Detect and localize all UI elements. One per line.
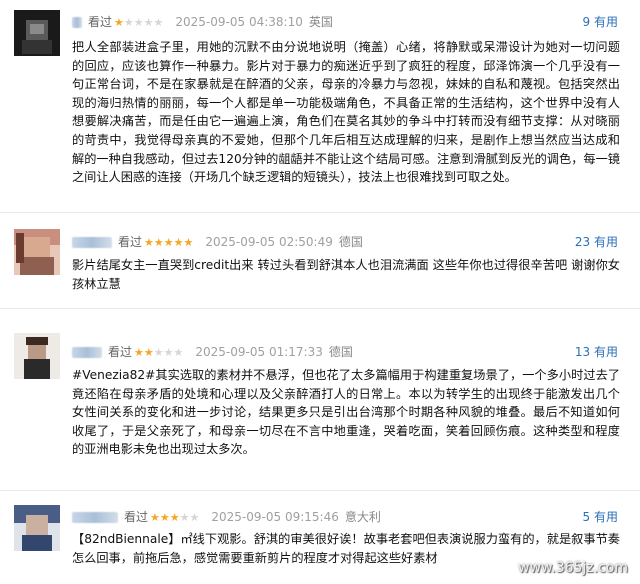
- star-empty-icon: ★: [153, 346, 164, 359]
- star-empty-icon: ★: [189, 511, 200, 524]
- useful-label: 有用: [593, 345, 618, 359]
- review-location: 意大利: [344, 510, 381, 524]
- star-empty-icon: ★: [179, 511, 190, 524]
- star-filled-icon: ★: [159, 511, 170, 524]
- review-item: 看过 ★★★★★ 2025-09-05 04:38:10 英国 9 有用 把人全部装进…: [0, 0, 640, 222]
- avatar[interactable]: [14, 10, 60, 56]
- star-filled-icon: ★: [134, 346, 144, 359]
- review-text: 影片结尾女主一直哭到credit出来 转过头看到舒淇本人也泪流满面 这些年你也过…: [72, 258, 620, 291]
- watch-status: 看过: [118, 235, 143, 249]
- review-text: 把人全部装进盒子里，用她的沉默不由分说地说明（掩盖）心绪，将静默或呆滞设计为她对…: [72, 40, 620, 185]
- review-time: 2025-09-05 04:38:10: [175, 15, 303, 29]
- star-filled-icon: ★: [144, 236, 154, 249]
- useful-vote-button[interactable]: 23 有用: [575, 233, 618, 251]
- star-empty-icon: ★: [133, 16, 144, 29]
- star-filled-icon: ★: [114, 16, 124, 29]
- star-empty-icon: ★: [153, 16, 164, 29]
- star-filled-icon: ★: [150, 511, 160, 524]
- review-meta: 看过 ★★★★★ 2025-09-05 09:15:46 意大利: [72, 508, 381, 526]
- avatar[interactable]: [14, 505, 60, 551]
- rating-stars: ★★★★★: [114, 16, 163, 29]
- star-empty-icon: ★: [173, 346, 184, 359]
- star-empty-icon: ★: [143, 16, 154, 29]
- rating-stars: ★★★★★: [134, 346, 183, 359]
- username-blurred[interactable]: [72, 512, 118, 523]
- watch-status: 看过: [108, 345, 133, 359]
- username-blurred[interactable]: [72, 347, 102, 358]
- star-empty-icon: ★: [123, 16, 134, 29]
- username-blurred[interactable]: [72, 237, 112, 248]
- useful-vote-button[interactable]: 9 有用: [583, 13, 618, 31]
- star-filled-icon: ★: [163, 236, 174, 249]
- review-item: 看过 ★★★★★ 2025-09-05 01:17:33 德国 13 有用 #Vene…: [0, 309, 640, 489]
- useful-count: 5: [582, 510, 591, 524]
- useful-label: 有用: [593, 235, 618, 249]
- review-text: #Venezia82#其实选取的素材并不悬浮，但也花了太多篇幅用于构建重复场景了…: [72, 368, 620, 457]
- star-empty-icon: ★: [163, 346, 174, 359]
- review-location: 英国: [308, 15, 333, 29]
- watch-status: 看过: [124, 510, 149, 524]
- watch-status: 看过: [88, 15, 113, 29]
- avatar[interactable]: [14, 229, 60, 275]
- review-time: 2025-09-05 01:17:33: [195, 345, 323, 359]
- review-meta: 看过 ★★★★★ 2025-09-05 04:38:10 英国: [72, 13, 333, 31]
- star-filled-icon: ★: [183, 236, 194, 249]
- review-time: 2025-09-05 02:50:49: [205, 235, 333, 249]
- useful-vote-button[interactable]: 5 有用: [583, 508, 618, 526]
- useful-label: 有用: [593, 510, 618, 524]
- useful-count: 9: [582, 15, 591, 29]
- star-filled-icon: ★: [143, 346, 154, 359]
- review-location: 德国: [338, 235, 363, 249]
- star-filled-icon: ★: [173, 236, 184, 249]
- star-filled-icon: ★: [153, 236, 164, 249]
- review-meta: 看过 ★★★★★ 2025-09-05 01:17:33 德国: [72, 343, 353, 361]
- review-location: 德国: [328, 345, 353, 359]
- useful-count: 23: [574, 235, 591, 249]
- username-blurred[interactable]: [72, 17, 82, 28]
- review-time: 2025-09-05 09:15:46: [211, 510, 339, 524]
- useful-vote-button[interactable]: 13 有用: [575, 343, 618, 361]
- star-filled-icon: ★: [169, 511, 180, 524]
- useful-count: 13: [574, 345, 591, 359]
- rating-stars: ★★★★★: [150, 511, 199, 524]
- rating-stars: ★★★★★: [144, 236, 193, 249]
- useful-label: 有用: [593, 15, 618, 29]
- review-meta: 看过 ★★★★★ 2025-09-05 02:50:49 德国: [72, 233, 363, 251]
- review-item: 看过 ★★★★★ 2025-09-05 02:50:49 德国 23 有用 影片结尾女…: [0, 213, 640, 308]
- avatar[interactable]: [14, 333, 60, 379]
- watermark: www.365jz.com: [518, 560, 628, 576]
